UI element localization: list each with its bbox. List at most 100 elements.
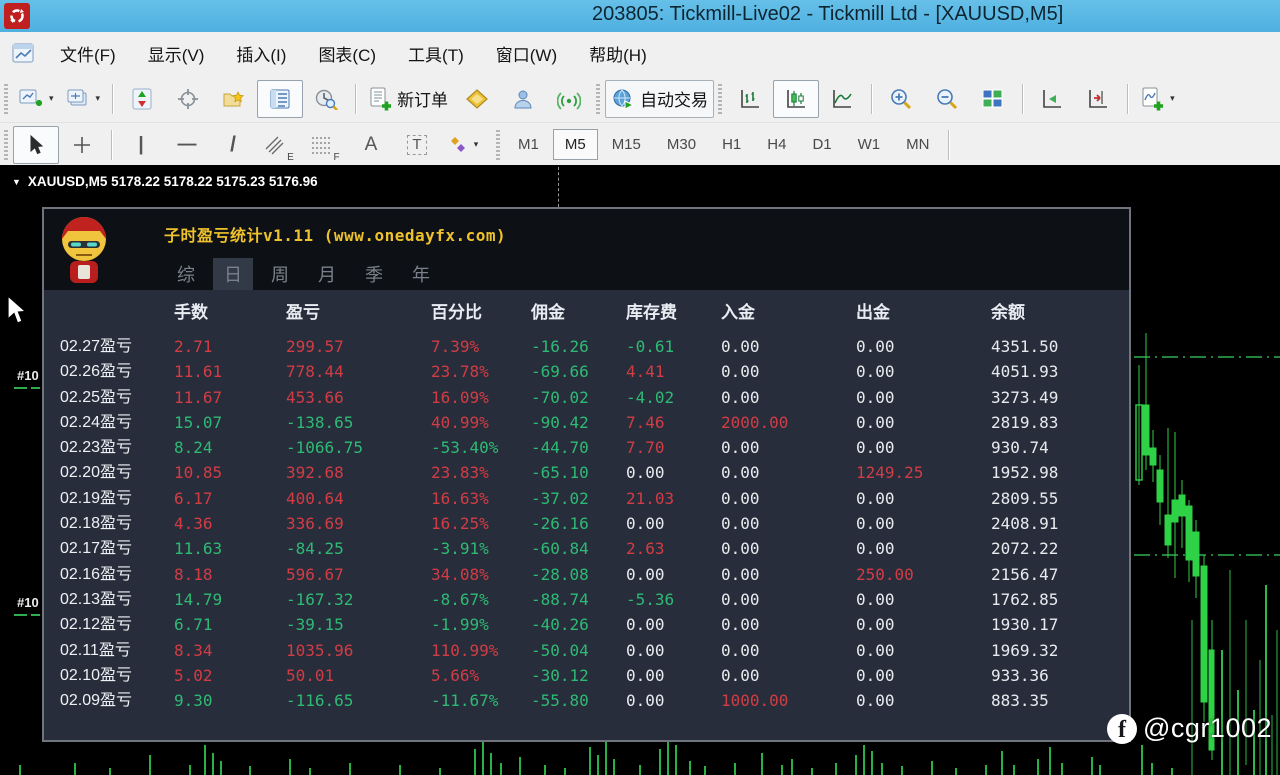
fibonacci-button[interactable]: F — [302, 126, 348, 164]
timeframe-w1[interactable]: W1 — [846, 129, 893, 160]
cell-value: 0.00 — [852, 688, 987, 713]
cell-value: 23.78% — [427, 359, 527, 384]
cell-value: 392.68 — [282, 460, 427, 485]
menu-item[interactable]: 文件(F) — [44, 33, 132, 74]
cell-value: 0.00 — [852, 334, 987, 359]
cell-value: -65.10 — [527, 460, 622, 485]
text-label-button[interactable]: T — [394, 126, 440, 164]
zoom-in-button[interactable] — [878, 80, 924, 118]
cursor-button[interactable] — [13, 126, 59, 164]
cell-value: 0.00 — [717, 562, 852, 587]
menu-item[interactable]: 窗口(W) — [480, 33, 573, 74]
cell-value: -1.99% — [427, 612, 527, 637]
panel-title: 子时盈亏统计v1.11 (www.onedayfx.com) — [164, 222, 506, 246]
signals-button[interactable] — [546, 80, 592, 118]
new-order-button[interactable]: 新订单 — [362, 80, 454, 118]
tile-windows-button[interactable] — [970, 80, 1016, 118]
chart-shift-button[interactable] — [1075, 80, 1121, 118]
data-window-button[interactable] — [165, 80, 211, 118]
cursor-arrow-icon — [27, 135, 45, 155]
vertical-line-button[interactable]: | — [118, 126, 164, 164]
tab-季[interactable]: 季 — [354, 258, 394, 290]
cell-value: -40.26 — [527, 612, 622, 637]
cell-value: 34.08% — [427, 562, 527, 587]
cell-value: 2809.55 — [987, 486, 1129, 511]
cell-value: 299.57 — [282, 334, 427, 359]
chart-profiles-button[interactable]: ▾ — [60, 80, 107, 118]
terminal-button[interactable] — [257, 80, 303, 118]
tab-日[interactable]: 日 — [213, 258, 253, 290]
timeframe-h4[interactable]: H4 — [755, 129, 798, 160]
strategy-tester-button[interactable] — [303, 80, 349, 118]
candlestick-chart-button[interactable] — [773, 80, 819, 118]
cell-value: -0.61 — [622, 334, 717, 359]
metaeditor-button[interactable] — [454, 80, 500, 118]
trendline-button[interactable]: / — [210, 126, 256, 164]
toolbar-grip[interactable] — [4, 130, 8, 160]
zoom-out-button[interactable] — [924, 80, 970, 118]
cell-value: 336.69 — [282, 511, 427, 536]
profit-stats-panel[interactable]: 子时盈亏统计v1.11 (www.onedayfx.com) 综日周月季年 手数… — [42, 207, 1131, 742]
window-title: 203805: Tickmill-Live02 - Tickmill Ltd -… — [592, 3, 1063, 26]
toolbar-grip[interactable] — [718, 84, 722, 114]
menu-item[interactable]: 显示(V) — [132, 33, 221, 74]
menu-item[interactable]: 图表(C) — [302, 33, 392, 74]
candlestick-chart — [1134, 320, 1280, 775]
horizontal-line-button[interactable]: — — [164, 126, 210, 164]
community-button[interactable] — [500, 80, 546, 118]
autotrading-globe-icon — [611, 88, 635, 110]
line-chart-button[interactable] — [819, 80, 865, 118]
cell-value: 10.85 — [170, 460, 282, 485]
signals-antenna-icon — [557, 88, 581, 110]
cell-value: -1066.75 — [282, 435, 427, 460]
cell-value: 11.61 — [170, 359, 282, 384]
cell-value: 1249.25 — [852, 460, 987, 485]
toolbar-grip[interactable] — [496, 130, 500, 160]
indicators-button[interactable]: ▾ — [1134, 80, 1181, 118]
table-row: 02.26盈亏11.61778.4423.78%-69.664.410.000.… — [44, 359, 1129, 384]
cell-value: 0.00 — [717, 334, 852, 359]
arrows-button[interactable]: ▾ — [440, 126, 486, 164]
cell-value: -5.36 — [622, 587, 717, 612]
timeframe-h1[interactable]: H1 — [710, 129, 753, 160]
menu-item[interactable]: 帮助(H) — [573, 33, 663, 74]
chart-system-icon[interactable] — [12, 43, 36, 65]
equidistant-channel-button[interactable]: E — [256, 126, 302, 164]
table-row: 02.23盈亏8.24-1066.75-53.40%-44.707.700.00… — [44, 435, 1129, 460]
auto-scroll-button[interactable] — [1029, 80, 1075, 118]
crosshair-button[interactable] — [59, 126, 105, 164]
autotrading-button[interactable]: 自动交易 — [605, 80, 714, 118]
new-chart-button[interactable]: ▾ — [13, 80, 60, 118]
text-button[interactable]: A — [348, 126, 394, 164]
cell-value: 0.00 — [717, 385, 852, 410]
horizontal-line-icon: — — [178, 134, 197, 156]
trendline-icon: / — [230, 133, 236, 157]
timeframe-m15[interactable]: M15 — [600, 129, 653, 160]
menu-bar: 文件(F)显示(V)插入(I)图表(C)工具(T)窗口(W)帮助(H) — [0, 32, 1280, 75]
chart-area[interactable]: ▼ XAUUSD,M5 5178.22 5178.22 5175.23 5176… — [0, 165, 1280, 775]
cell-value: -88.74 — [527, 587, 622, 612]
column-header: 手数 — [170, 298, 282, 328]
table-row: 02.19盈亏6.17400.6416.63%-37.0221.030.000.… — [44, 486, 1129, 511]
menu-item[interactable]: 工具(T) — [392, 33, 480, 74]
timeframe-m30[interactable]: M30 — [655, 129, 708, 160]
panel-tabs: 综日周月季年 — [166, 258, 448, 290]
menu-item[interactable]: 插入(I) — [220, 33, 302, 74]
tab-年[interactable]: 年 — [401, 258, 441, 290]
collapse-triangle-icon[interactable]: ▼ — [12, 177, 21, 187]
timeframe-d1[interactable]: D1 — [800, 129, 843, 160]
chart-dashed-vline — [558, 167, 559, 207]
toolbar-grip[interactable] — [4, 84, 8, 114]
navigator-button[interactable] — [211, 80, 257, 118]
cell-value: 2156.47 — [987, 562, 1129, 587]
timeframe-m5[interactable]: M5 — [553, 129, 598, 160]
timeframe-m1[interactable]: M1 — [506, 129, 551, 160]
market-watch-button[interactable] — [119, 80, 165, 118]
cell-value: 21.03 — [622, 486, 717, 511]
tab-月[interactable]: 月 — [307, 258, 347, 290]
tab-周[interactable]: 周 — [260, 258, 300, 290]
toolbar-grip[interactable] — [596, 84, 600, 114]
bar-chart-button[interactable] — [727, 80, 773, 118]
timeframe-mn[interactable]: MN — [894, 129, 941, 160]
tab-综[interactable]: 综 — [166, 258, 206, 290]
